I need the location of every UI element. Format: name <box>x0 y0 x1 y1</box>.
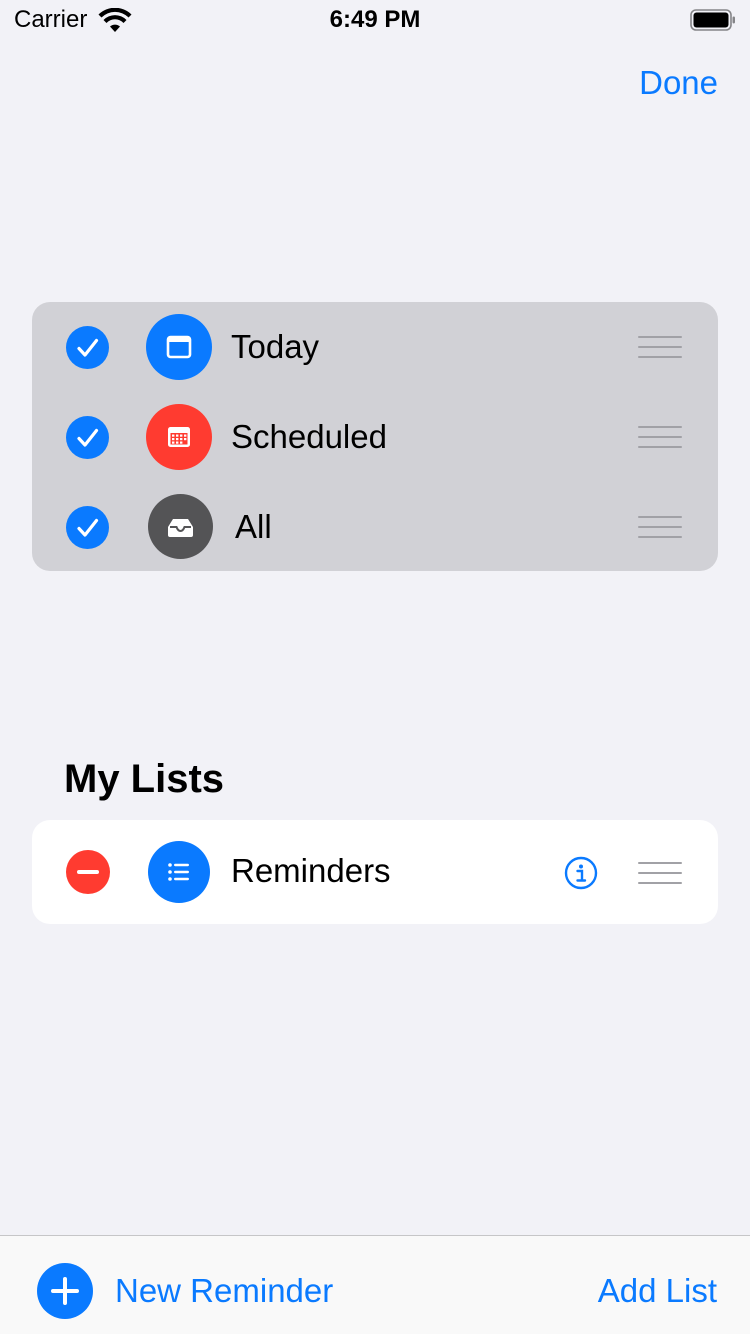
list-item-label: Reminders <box>231 852 391 889</box>
smart-list-label: All <box>235 508 272 545</box>
list-bullet-icon <box>148 841 210 903</box>
bottom-toolbar: New Reminder Add List <box>0 1235 750 1334</box>
drag-handle-icon[interactable] <box>638 862 682 884</box>
checkmark-icon[interactable] <box>66 506 109 549</box>
reminders-edit-lists-screen: Carrier 6:49 PM Done Today Scheduled All… <box>0 0 750 1334</box>
smart-list-row-all[interactable]: All <box>32 482 718 572</box>
smart-lists-card: Today Scheduled All <box>32 302 718 571</box>
calendar-grid-icon <box>146 404 212 470</box>
list-item-reminders[interactable]: Reminders <box>32 827 718 917</box>
smart-list-row-today[interactable]: Today <box>32 302 718 392</box>
done-button[interactable]: Done <box>639 64 718 102</box>
info-icon[interactable] <box>564 856 598 890</box>
clock: 6:49 PM <box>329 6 421 33</box>
tray-icon <box>148 494 213 559</box>
checkmark-icon[interactable] <box>66 416 109 459</box>
smart-list-row-scheduled[interactable]: Scheduled <box>32 392 718 482</box>
smart-list-label: Scheduled <box>231 418 387 455</box>
new-reminder-button[interactable]: New Reminder <box>115 1272 333 1310</box>
delete-minus-icon[interactable] <box>66 850 110 894</box>
checkmark-icon[interactable] <box>66 326 109 369</box>
drag-handle-icon[interactable] <box>638 426 682 448</box>
add-list-button[interactable]: Add List <box>598 1272 717 1310</box>
my-lists-card: Reminders <box>32 820 718 924</box>
drag-handle-icon[interactable] <box>638 336 682 358</box>
battery-icon <box>690 9 735 31</box>
status-bar: Carrier 6:49 PM <box>0 0 750 40</box>
smart-list-label: Today <box>231 328 320 365</box>
plus-icon[interactable] <box>37 1263 93 1319</box>
calendar-today-icon <box>146 314 212 380</box>
drag-handle-icon[interactable] <box>638 516 682 538</box>
my-lists-heading: My Lists <box>64 757 225 801</box>
